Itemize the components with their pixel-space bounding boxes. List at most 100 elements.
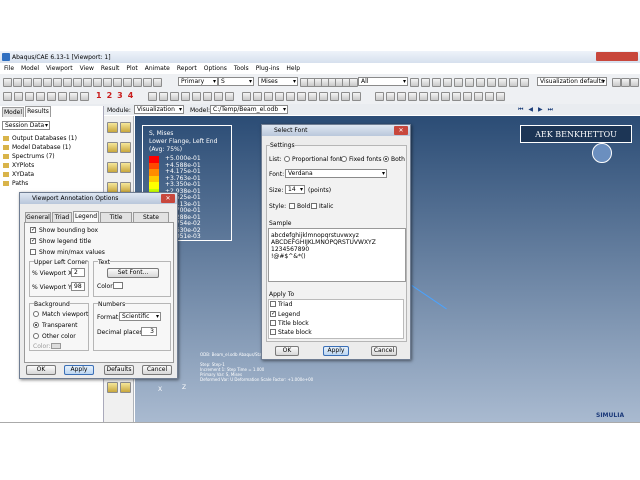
toolbar-button-icon[interactable] bbox=[432, 78, 441, 87]
annot-apply-button[interactable]: Apply bbox=[64, 365, 94, 375]
list-both-radio[interactable] bbox=[383, 156, 389, 162]
apply-state-block-checkbox[interactable] bbox=[270, 329, 276, 335]
menu-view[interactable]: View bbox=[80, 65, 94, 72]
toolbar-button-icon[interactable] bbox=[375, 92, 384, 101]
toolbar-button-icon[interactable] bbox=[397, 92, 406, 101]
toolbar-button-icon[interactable] bbox=[520, 78, 529, 87]
close-icon[interactable]: ✕ bbox=[394, 126, 408, 135]
toolbox-tool-icon[interactable] bbox=[120, 382, 131, 393]
bg-other-color-radio[interactable] bbox=[33, 333, 39, 339]
menu-model[interactable]: Model bbox=[21, 65, 39, 72]
minmax-checkbox[interactable] bbox=[30, 249, 36, 255]
toolbar-button-icon[interactable] bbox=[133, 78, 142, 87]
toolbox-tool-icon[interactable] bbox=[107, 142, 118, 153]
decimal-places-input[interactable]: 3 bbox=[141, 327, 157, 336]
toolbar-button-icon[interactable] bbox=[58, 92, 67, 101]
menu-plugins[interactable]: Plug-ins bbox=[256, 65, 280, 72]
menu-help[interactable]: Help bbox=[286, 65, 300, 72]
toolbar-button-icon[interactable] bbox=[498, 78, 507, 87]
toolbar-button-icon[interactable] bbox=[509, 78, 518, 87]
toolbar-button-icon[interactable] bbox=[203, 92, 212, 101]
viewport-x-input[interactable]: 2 bbox=[71, 268, 85, 277]
window-controls[interactable] bbox=[596, 52, 638, 61]
toolbar-button-icon[interactable] bbox=[341, 92, 350, 101]
tree-item[interactable]: Paths bbox=[3, 180, 28, 187]
toolbar-button-icon[interactable] bbox=[352, 92, 361, 101]
model-select[interactable]: C:/Temp/Beam_el.odb bbox=[210, 105, 288, 114]
tab-model[interactable]: Model bbox=[2, 107, 24, 117]
apply-legend-checkbox[interactable] bbox=[270, 310, 276, 317]
bounding-box-checkbox[interactable] bbox=[30, 226, 36, 233]
toolbar-button-icon[interactable] bbox=[53, 78, 62, 87]
toolbar-button-icon[interactable] bbox=[630, 78, 639, 87]
menu-viewport[interactable]: Viewport bbox=[46, 65, 73, 72]
toolbar-button-icon[interactable] bbox=[275, 92, 284, 101]
toolbox-tool-icon[interactable] bbox=[120, 122, 131, 133]
toolbar-button-icon[interactable] bbox=[487, 78, 496, 87]
italic-checkbox[interactable] bbox=[311, 203, 317, 209]
tree-item[interactable]: Spectrums (7) bbox=[3, 153, 55, 160]
toolbar-button-icon[interactable] bbox=[225, 92, 234, 101]
annot-cancel-button[interactable]: Cancel bbox=[142, 365, 172, 375]
list-fixed-radio[interactable] bbox=[341, 156, 347, 162]
toolbar-button-icon[interactable] bbox=[103, 78, 112, 87]
font-select[interactable]: Verdana bbox=[285, 169, 387, 178]
format-select[interactable]: Scientific bbox=[119, 312, 161, 321]
toolbar-button-icon[interactable] bbox=[25, 92, 34, 101]
tab-results[interactable]: Results bbox=[25, 106, 51, 117]
toolbar-button-icon[interactable] bbox=[3, 78, 12, 87]
toolbar-button-icon[interactable] bbox=[83, 78, 92, 87]
toolbar-button-icon[interactable] bbox=[170, 92, 179, 101]
toolbar-button-icon[interactable] bbox=[192, 92, 201, 101]
text-color-swatch[interactable] bbox=[113, 282, 123, 289]
toolbar-button-icon[interactable] bbox=[386, 92, 395, 101]
toolbar-button-icon[interactable] bbox=[441, 92, 450, 101]
toolbox-tool-icon[interactable] bbox=[120, 162, 131, 173]
close-icon[interactable]: ✕ bbox=[161, 194, 175, 203]
toolbar-button-icon[interactable] bbox=[485, 92, 494, 101]
annot-defaults-button[interactable]: Defaults bbox=[104, 365, 134, 375]
toolbar-number-4[interactable]: 4 bbox=[128, 91, 134, 100]
toolbar-button-icon[interactable] bbox=[113, 78, 122, 87]
menu-file[interactable]: File bbox=[4, 65, 14, 72]
toolbar-button-icon[interactable] bbox=[253, 92, 262, 101]
toolbar-button-icon[interactable] bbox=[297, 92, 306, 101]
animation-controls[interactable]: ⏮◀▶⏭ bbox=[518, 106, 558, 114]
tree-item[interactable]: Model Database (1) bbox=[3, 144, 71, 151]
size-select[interactable]: 14 bbox=[285, 185, 305, 194]
viewport-y-input[interactable]: 98 bbox=[71, 282, 85, 291]
toolbar-number-1[interactable]: 1 bbox=[96, 91, 102, 100]
toolbar-button-icon[interactable] bbox=[14, 92, 23, 101]
menu-options[interactable]: Options bbox=[204, 65, 227, 72]
session-filter-select[interactable]: Session Data bbox=[2, 121, 50, 130]
visualization-defaults-select[interactable]: Visualization defaults bbox=[537, 77, 607, 86]
toolbar-button-icon[interactable] bbox=[421, 78, 430, 87]
toolbox-tool-icon[interactable] bbox=[107, 382, 118, 393]
tree-item[interactable]: XYData bbox=[3, 171, 34, 178]
toolbar-button-icon[interactable] bbox=[153, 78, 162, 87]
toolbar-button-icon[interactable] bbox=[73, 78, 82, 87]
tab-state-block[interactable]: State Block bbox=[133, 212, 169, 230]
toolbar-number-3[interactable]: 3 bbox=[117, 91, 123, 100]
toolbar-button-icon[interactable] bbox=[408, 92, 417, 101]
toolbar-button-icon[interactable] bbox=[465, 78, 474, 87]
font-apply-button[interactable]: Apply bbox=[323, 346, 349, 356]
toolbar-button-icon[interactable] bbox=[33, 78, 42, 87]
toolbox-tool-icon[interactable] bbox=[120, 142, 131, 153]
toolbar-button-icon[interactable] bbox=[3, 92, 12, 101]
toolbar-button-icon[interactable] bbox=[286, 92, 295, 101]
tab-triad[interactable]: Triad bbox=[52, 212, 72, 222]
apply-triad-checkbox[interactable] bbox=[270, 301, 276, 307]
display-group-select[interactable]: All bbox=[358, 77, 408, 86]
toolbar-button-icon[interactable] bbox=[452, 92, 461, 101]
menu-report[interactable]: Report bbox=[177, 65, 197, 72]
tab-legend[interactable]: Legend bbox=[73, 211, 99, 222]
toolbar-button-icon[interactable] bbox=[454, 78, 463, 87]
toolbar-button-icon[interactable] bbox=[474, 92, 483, 101]
toolbar-number-2[interactable]: 2 bbox=[107, 91, 113, 100]
toolbar-button-icon[interactable] bbox=[69, 92, 78, 101]
toolbar-button-icon[interactable] bbox=[330, 92, 339, 101]
toolbar-button-icon[interactable] bbox=[443, 78, 452, 87]
bg-match-viewport-radio[interactable] bbox=[33, 311, 39, 317]
toolbox-tool-icon[interactable] bbox=[107, 122, 118, 133]
